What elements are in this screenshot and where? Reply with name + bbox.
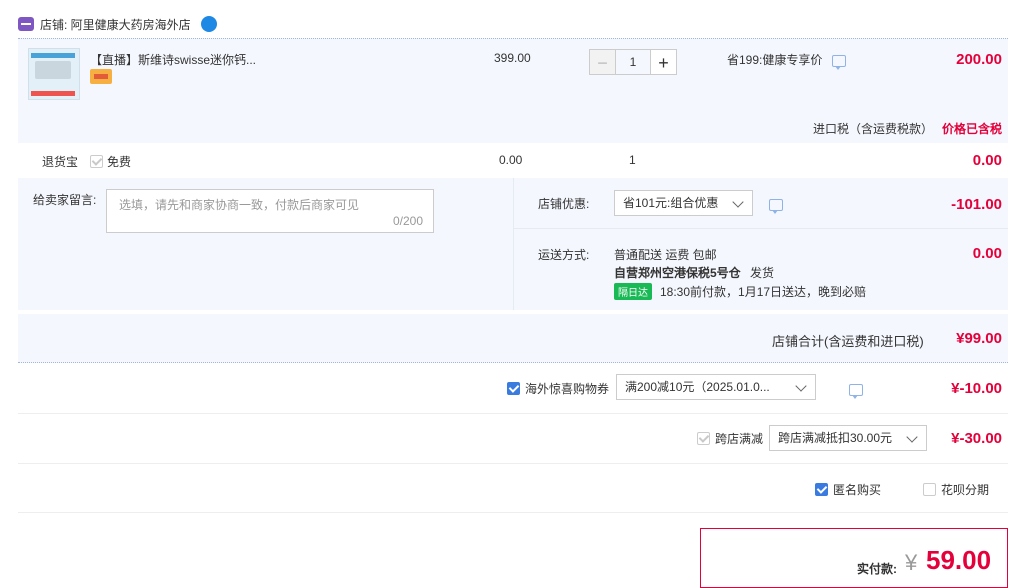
- tax-status: 价格已含税: [941, 122, 1002, 136]
- panel-divider: [513, 178, 514, 310]
- shop-header: 店铺: 阿里健康大药房海外店: [18, 14, 217, 34]
- return-service-qty: 1: [629, 153, 636, 167]
- panel-divider-horizontal: [514, 228, 1008, 229]
- coupon-option: 海外惊喜购物券: [507, 380, 609, 397]
- return-service-price: 0.00: [499, 153, 523, 167]
- seller-note-input[interactable]: 选填，请先和商家协商一致，付款后商家可见 0/200: [106, 189, 434, 233]
- store-discount-value: 省101元:组合优惠: [623, 196, 719, 210]
- return-service-total: 0.00: [972, 152, 1002, 169]
- seller-note-placeholder: 选填，请先和商家协商一致，付款后商家可见: [119, 198, 360, 212]
- wangwang-chat-icon[interactable]: [200, 16, 217, 32]
- chevron-down-icon: [795, 380, 807, 392]
- cross-store-select[interactable]: 跨店满减抵扣30.00元: [769, 425, 927, 451]
- coupon-value: 满200减10元（2025.01.0...: [625, 380, 770, 394]
- huabei-option: 花呗分期: [923, 481, 989, 498]
- payment-label: 实付款:: [857, 562, 897, 576]
- row-divider: [18, 512, 1008, 513]
- seller-note-counter: 0/200: [392, 214, 423, 228]
- store-sum-label: 店铺合计(含运费和进口税): [772, 334, 924, 349]
- row-divider: [18, 463, 1008, 464]
- cross-store-total: ¥-30.00: [951, 430, 1002, 447]
- shipping-total: 0.00: [972, 245, 1002, 262]
- product-title[interactable]: 【直播】斯维诗swisse迷你钙...: [90, 51, 256, 68]
- shipping-label: 运送方式:: [538, 248, 590, 262]
- message-icon[interactable]: [769, 198, 783, 214]
- card-icon: [90, 69, 112, 84]
- payment-amount: 59.00: [926, 545, 992, 575]
- coupon-total: ¥-10.00: [951, 380, 1002, 397]
- quantity-input[interactable]: 1: [615, 49, 651, 75]
- increase-button[interactable]: +: [651, 49, 677, 75]
- return-service-label: 退货宝: [42, 155, 79, 169]
- shop-icon: [18, 17, 34, 31]
- item-total: 200.00: [956, 51, 1002, 68]
- huabei-label: 花呗分期: [941, 483, 990, 497]
- promo-text: 省199:健康专享价: [727, 53, 823, 67]
- next-day-badge: 隔日达: [614, 283, 652, 300]
- message-icon[interactable]: [831, 54, 846, 70]
- delivery-eta: 18:30前付款，1月17日送达，晚到必赔: [660, 285, 867, 299]
- coupon-select[interactable]: 满200减10元（2025.01.0...: [616, 374, 816, 400]
- store-discount-label: 店铺优惠:: [538, 197, 590, 211]
- item-promo: 省199:健康专享价: [727, 51, 846, 70]
- store-sum-total: ¥99.00: [956, 330, 1002, 347]
- message-icon[interactable]: [849, 383, 864, 399]
- return-service-checkbox: [90, 155, 103, 168]
- cross-store-checkbox: [697, 432, 710, 445]
- coupon-checkbox[interactable]: [507, 382, 520, 395]
- coupon-label: 海外惊喜购物券: [525, 382, 610, 396]
- cross-store-value: 跨店满减抵扣30.00元: [778, 431, 893, 445]
- payment-currency: ¥: [905, 550, 918, 575]
- shipping-warehouse-line: 自营郑州空港保税5号仓 发货: [614, 264, 774, 281]
- chevron-down-icon: [732, 196, 744, 208]
- anonymous-checkbox[interactable]: [815, 483, 828, 496]
- cross-store-label: 跨店满减: [715, 432, 764, 446]
- row-divider: [18, 413, 1008, 414]
- shipping-method: 普通配送 运费 包邮: [614, 248, 717, 262]
- cross-store-option: 跨店满减: [697, 430, 763, 447]
- shipping-warehouse: 自营郑州空港保税5号仓: [614, 266, 741, 280]
- quantity-stepper: − 1 +: [589, 49, 677, 75]
- store-discount-total: -101.00: [951, 196, 1002, 213]
- decrease-button[interactable]: −: [589, 49, 615, 75]
- unit-price: 399.00: [494, 51, 531, 65]
- delivery-eta-line: 隔日达 18:30前付款，1月17日送达，晚到必赔: [614, 283, 866, 300]
- product-thumbnail[interactable]: [28, 48, 80, 100]
- huabei-checkbox[interactable]: [923, 483, 936, 496]
- anonymous-label: 匿名购买: [833, 483, 882, 497]
- store-discount-select[interactable]: 省101元:组合优惠: [614, 190, 753, 216]
- return-service-option: 免费: [90, 153, 131, 170]
- return-service-option-label: 免费: [107, 155, 132, 169]
- chevron-down-icon: [906, 431, 918, 443]
- anonymous-option: 匿名购买: [815, 481, 881, 498]
- import-tax-label: 进口税（含运费税款）: [813, 122, 934, 136]
- shop-name[interactable]: 店铺: 阿里健康大药房海外店: [40, 16, 191, 33]
- seller-note-label: 给卖家留言:: [33, 193, 97, 207]
- shipping-status: 发货: [750, 266, 775, 280]
